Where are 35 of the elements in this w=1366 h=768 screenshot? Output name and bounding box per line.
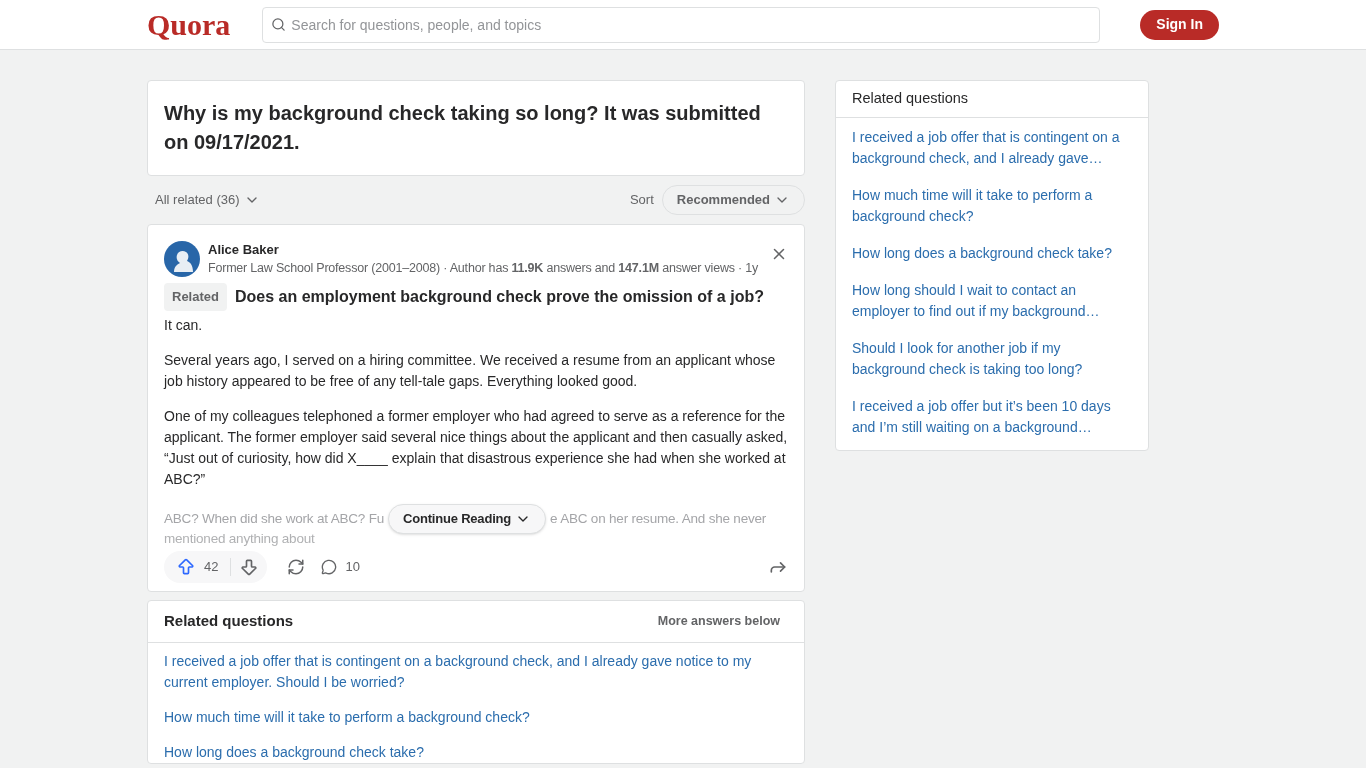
filter-dropdown[interactable]: All related (36) (155, 190, 260, 210)
related-question-link[interactable]: How long should I wait to contact an employer to find out if my background… (852, 280, 1132, 322)
comment-icon (321, 558, 338, 575)
sort-label: Sort (629, 191, 654, 210)
answer-paragraph: One of my colleagues telephoned a former employer who had agreed to serve as a reference for the applicant. The former employer said several nice things about the applicant and then casually asked, “Just out of curiosity, how did X____ explain that disastrous experience she had when she worked at ABC?” (164, 406, 788, 489)
sidebar-title: Related questions (836, 81, 1148, 118)
search-icon (271, 16, 287, 32)
faded-text: e ABC on her resume. And she never (550, 510, 767, 528)
related-question-link[interactable]: I received a job offer that is contingent on a background check, and I already gave notice to my current employer. Should I be worried? (164, 650, 788, 693)
search-field[interactable]: Search for questions, people, and topics (262, 6, 1101, 43)
author-name[interactable]: Alice Baker (208, 241, 762, 259)
answer-paragraph: It can. (164, 315, 204, 335)
refresh-icon (287, 557, 306, 576)
continue-reading-button[interactable]: Continue Reading (388, 503, 547, 534)
faded-text: mentioned anything about (164, 529, 316, 548)
answer-paragraph: Several years ago, I served on a hiring committee. We received a resume from an applicant whose job history appeared to be free of any tell-tale gaps. Everything looked good. (164, 350, 777, 391)
related-question-link[interactable]: How long does a background check take? (164, 741, 788, 763)
quora-logo[interactable]: Quora (147, 9, 231, 40)
comment-button[interactable]: 10 (321, 556, 360, 577)
author-credentials: Former Law School Professor (2001–2008) · Author has 11.9K answers and 147.1M answer views · 1y (208, 260, 760, 277)
related-question-link[interactable]: How long does a background check take? (852, 243, 1132, 264)
avatar-icon (164, 241, 200, 277)
related-question-link[interactable]: I received a job offer but it’s been 10 days and I’m still waiting on a background… (852, 396, 1132, 438)
related-question-link[interactable]: Does an employment background check prove the omission of a job? (234, 284, 764, 309)
related-question-link[interactable]: Should I look for another job if my background check is taking too long? (852, 338, 1132, 380)
more-answers-label: More answers below (657, 612, 780, 630)
related-badge: Related (164, 283, 227, 311)
card-title: Related questions (164, 610, 294, 631)
faded-text: ABC? When did she work at ABC? Fu (164, 510, 384, 528)
related-question-link[interactable]: I received a job offer that is contingent on a background check, and I already gave… (852, 127, 1132, 169)
arrow-up-icon (176, 556, 196, 577)
question-title: Why is my background check taking so long? It was submitted on 09/17/2021. (164, 101, 762, 155)
related-question-link[interactable]: How much time will it take to perform a background check? (852, 185, 1132, 227)
related-question-link[interactable]: How much time will it take to perform a background check? (164, 706, 788, 728)
sign-in-button[interactable]: Sign In (1140, 9, 1219, 40)
